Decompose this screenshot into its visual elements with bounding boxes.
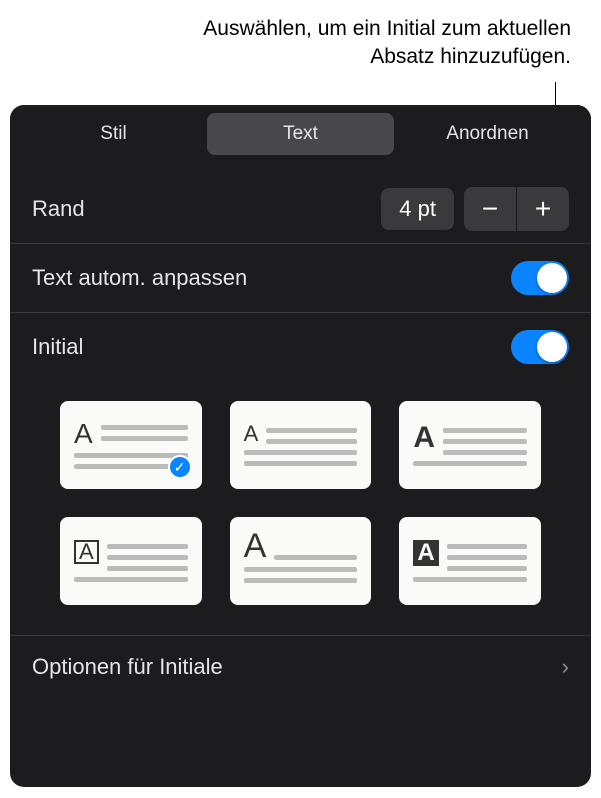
dropcap-style-3[interactable]: A: [399, 401, 541, 489]
tab-style[interactable]: Stil: [20, 113, 207, 155]
options-label: Optionen für Initiale: [32, 654, 223, 680]
dropcap-glyph: A: [74, 421, 93, 446]
rand-label: Rand: [32, 196, 85, 222]
dropcap-style-5[interactable]: A: [230, 517, 372, 605]
autofit-toggle[interactable]: [511, 261, 569, 295]
autofit-label: Text autom. anpassen: [32, 265, 247, 291]
chevron-right-icon: ›: [562, 654, 569, 680]
dropcap-options-row[interactable]: Optionen für Initiale ›: [10, 635, 591, 697]
dropcap-style-2[interactable]: A: [230, 401, 372, 489]
autofit-row: Text autom. anpassen: [32, 244, 569, 312]
check-icon: ✓: [168, 455, 192, 479]
minus-button[interactable]: −: [464, 187, 516, 231]
toggle-knob: [537, 263, 567, 293]
format-panel: Stil Text Anordnen Rand 4 pt − + Text au…: [10, 105, 591, 787]
tab-arrange[interactable]: Anordnen: [394, 113, 581, 155]
dropcap-style-6[interactable]: A: [399, 517, 541, 605]
rand-stepper: − +: [464, 187, 569, 231]
tab-bar: Stil Text Anordnen: [10, 105, 591, 155]
toggle-knob: [537, 332, 567, 362]
dropcap-style-1[interactable]: A ✓: [60, 401, 202, 489]
dropcap-style-4[interactable]: A: [60, 517, 202, 605]
dropcap-glyph: A: [413, 540, 438, 566]
rand-row: Rand 4 pt − +: [32, 175, 569, 243]
tab-text[interactable]: Text: [207, 113, 394, 155]
initial-toggle[interactable]: [511, 330, 569, 364]
dropcap-styles-grid: A ✓ A: [32, 381, 569, 635]
plus-button[interactable]: +: [517, 187, 569, 231]
dropcap-glyph: A: [74, 540, 99, 564]
initial-label: Initial: [32, 334, 83, 360]
dropcap-glyph: A: [413, 424, 435, 451]
rand-value[interactable]: 4 pt: [381, 188, 454, 230]
dropcap-glyph: A: [244, 531, 267, 562]
callout-text: Auswählen, um ein Initial zum aktuellen …: [151, 15, 571, 72]
initial-row: Initial: [32, 313, 569, 381]
rand-controls: 4 pt − +: [381, 187, 569, 231]
dropcap-glyph: A: [244, 424, 259, 444]
